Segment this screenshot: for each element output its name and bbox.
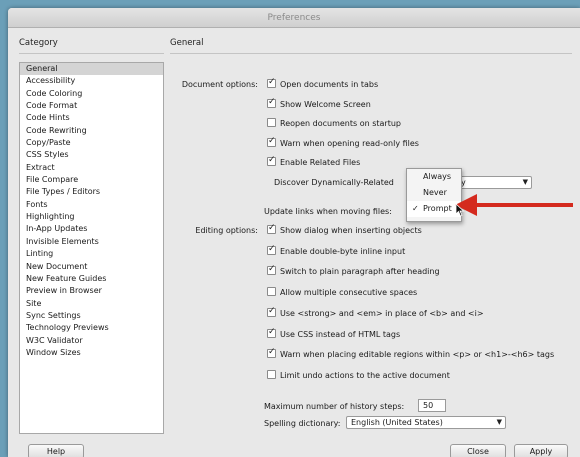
option-row[interactable]: Warn when placing editable regions withi… bbox=[267, 346, 555, 361]
close-button[interactable]: Close bbox=[450, 444, 506, 457]
category-item-highlighting[interactable]: Highlighting bbox=[20, 211, 163, 223]
option-row[interactable]: Open documents in tabs bbox=[267, 76, 379, 91]
spelling-dictionary-value: English (United States) bbox=[351, 418, 443, 427]
checkbox[interactable] bbox=[267, 263, 276, 276]
category-item-code-format[interactable]: Code Format bbox=[20, 100, 163, 112]
history-steps-input[interactable]: 50 bbox=[418, 399, 446, 412]
update-links-label: Update links when moving files: bbox=[264, 207, 392, 216]
section-header: General bbox=[170, 38, 204, 48]
update-links-dropdown-menu[interactable]: Always Never ✓ Prompt bbox=[406, 168, 462, 222]
category-item-code-coloring[interactable]: Code Coloring bbox=[20, 88, 163, 100]
checkbox[interactable] bbox=[267, 326, 276, 339]
option-row[interactable]: Warn when opening read-only files bbox=[267, 135, 419, 150]
option-row[interactable]: Allow multiple consecutive spaces bbox=[267, 286, 417, 299]
red-annotation-arrow-icon bbox=[455, 194, 573, 216]
option-row[interactable]: Limit undo actions to the active documen… bbox=[267, 369, 450, 382]
checkbox[interactable] bbox=[267, 243, 276, 256]
checkmark-icon: ✓ bbox=[412, 204, 419, 213]
checkbox-label: Reopen documents on startup bbox=[280, 119, 401, 128]
checkbox-label: Warn when opening read-only files bbox=[280, 138, 419, 148]
category-item-css-styles[interactable]: CSS Styles bbox=[20, 149, 163, 161]
category-item-extract[interactable]: Extract bbox=[20, 162, 163, 174]
checkbox-label: Use <strong> and <em> in place of <b> an… bbox=[280, 308, 484, 318]
checkbox[interactable] bbox=[267, 135, 276, 148]
checkbox-label: Show Welcome Screen bbox=[280, 99, 371, 109]
category-item-general[interactable]: General bbox=[20, 63, 163, 76]
category-item-new-document[interactable]: New Document bbox=[20, 261, 163, 273]
checkbox-label: Enable Related Files bbox=[280, 158, 361, 167]
category-header-divider bbox=[19, 53, 164, 54]
option-row[interactable]: Switch to plain paragraph after heading bbox=[267, 263, 440, 278]
option-row[interactable]: Reopen documents on startup bbox=[267, 117, 401, 130]
checkbox-label: Use CSS instead of HTML tags bbox=[280, 329, 401, 339]
checkbox[interactable] bbox=[267, 369, 276, 379]
checkbox-label: Warn when placing editable regions withi… bbox=[280, 350, 555, 360]
window-title: Preferences bbox=[8, 8, 580, 28]
checkbox[interactable] bbox=[267, 154, 276, 167]
option-row[interactable]: Show Welcome Screen bbox=[267, 96, 371, 111]
chevron-down-icon: ▼ bbox=[522, 178, 528, 186]
apply-button[interactable]: Apply bbox=[514, 444, 568, 457]
checkbox-label: Allow multiple consecutive spaces bbox=[280, 288, 418, 298]
editing-options-label: Editing options: bbox=[195, 226, 258, 235]
section-header-divider bbox=[170, 53, 572, 54]
category-item-code-rewriting[interactable]: Code Rewriting bbox=[20, 125, 163, 137]
category-item-technology-previews[interactable]: Technology Previews bbox=[20, 322, 163, 334]
document-options-label: Document options: bbox=[181, 80, 258, 89]
mouse-pointer-icon bbox=[455, 203, 465, 217]
category-list[interactable]: General Accessibility Code Coloring Code Fo… bbox=[19, 62, 164, 434]
checkbox[interactable] bbox=[267, 96, 276, 109]
category-item-preview-in-browser[interactable]: Preview in Browser bbox=[20, 285, 163, 297]
option-row[interactable]: Use CSS instead of HTML tags bbox=[267, 326, 401, 341]
history-steps-label: Maximum number of history steps: bbox=[264, 402, 405, 411]
checkbox[interactable] bbox=[267, 305, 276, 318]
preferences-window: Preferences Category General General Acce… bbox=[8, 8, 580, 457]
category-item-file-compare[interactable]: File Compare bbox=[20, 174, 163, 186]
menu-option-prompt[interactable]: ✓ Prompt bbox=[407, 201, 461, 217]
checkbox-label: Show dialog when inserting objects bbox=[280, 226, 422, 235]
option-row[interactable]: Use <strong> and <em> in place of <b> an… bbox=[267, 305, 484, 320]
checkbox[interactable] bbox=[267, 222, 276, 235]
checkbox-label: Enable double-byte inline input bbox=[280, 246, 406, 256]
category-item-window-sizes[interactable]: Window Sizes bbox=[20, 347, 163, 359]
help-button[interactable]: Help bbox=[28, 444, 84, 457]
option-row[interactable]: Enable Related Files bbox=[267, 154, 361, 169]
checkbox-label: Switch to plain paragraph after heading bbox=[280, 267, 440, 277]
checkbox-label: Limit undo actions to the active documen… bbox=[280, 370, 450, 380]
checkbox[interactable] bbox=[267, 287, 276, 297]
category-item-site[interactable]: Site bbox=[20, 298, 163, 310]
checkbox[interactable] bbox=[267, 118, 276, 127]
checkbox-label: Open documents in tabs bbox=[280, 80, 379, 89]
category-item-linting[interactable]: Linting bbox=[20, 248, 163, 260]
category-item-code-hints[interactable]: Code Hints bbox=[20, 112, 163, 124]
chevron-down-icon: ▼ bbox=[496, 418, 502, 426]
category-item-file-types-editors[interactable]: File Types / Editors bbox=[20, 186, 163, 198]
category-item-new-feature-guides[interactable]: New Feature Guides bbox=[20, 273, 163, 285]
option-row[interactable]: Enable double-byte inline input bbox=[267, 243, 406, 258]
category-item-in-app-updates[interactable]: In-App Updates bbox=[20, 223, 163, 235]
spelling-dictionary-label: Spelling dictionary: bbox=[264, 419, 341, 428]
checkbox[interactable] bbox=[267, 76, 276, 89]
option-row[interactable]: Show dialog when inserting objects bbox=[267, 222, 422, 237]
category-item-fonts[interactable]: Fonts bbox=[20, 199, 163, 211]
category-item-accessibility[interactable]: Accessibility bbox=[20, 75, 163, 87]
category-item-w3c-validator[interactable]: W3C Validator bbox=[20, 335, 163, 347]
category-item-copy-paste[interactable]: Copy/Paste bbox=[20, 137, 163, 149]
discover-dynamically-related-label: Discover Dynamically-Related bbox=[274, 178, 394, 187]
spelling-dictionary-select[interactable]: English (United States) ▼ bbox=[346, 416, 506, 429]
category-item-sync-settings[interactable]: Sync Settings bbox=[20, 310, 163, 322]
menu-option-never[interactable]: Never bbox=[407, 185, 461, 201]
menu-option-always[interactable]: Always bbox=[407, 169, 461, 185]
category-header: Category bbox=[19, 38, 58, 48]
menu-option-prompt-label: Prompt bbox=[423, 204, 452, 213]
checkbox[interactable] bbox=[267, 346, 276, 359]
category-item-invisible-elements[interactable]: Invisible Elements bbox=[20, 236, 163, 248]
